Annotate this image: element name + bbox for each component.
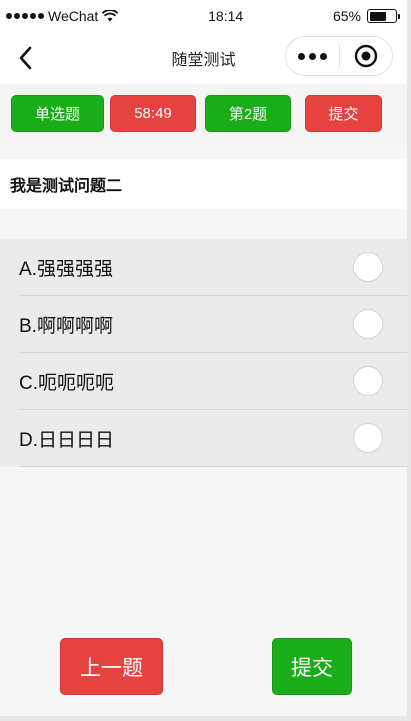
wifi-icon xyxy=(102,10,119,22)
submit-top-button[interactable]: 提交 xyxy=(305,94,382,132)
status-right: 65% xyxy=(332,8,400,24)
more-icon-dot xyxy=(308,52,316,60)
battery-icon xyxy=(367,9,400,23)
status-time: 18:14 xyxy=(208,8,244,24)
timer-button[interactable]: 58:49 xyxy=(110,94,196,132)
option-item[interactable]: C.呃呃呃呃 xyxy=(19,353,407,410)
close-mini-program-button[interactable] xyxy=(340,44,393,68)
option-label: C.呃呃呃呃 xyxy=(19,372,115,394)
status-left: WeChat xyxy=(6,8,119,24)
back-button[interactable] xyxy=(12,44,38,72)
options-list: A.强强强强 B.啊啊啊啊 C.呃呃呃呃 D.日日日日 xyxy=(0,239,407,467)
status-bar: WeChat 18:14 65% xyxy=(0,0,407,32)
target-icon xyxy=(354,44,377,68)
option-radio[interactable] xyxy=(353,366,383,396)
option-label: D.日日日日 xyxy=(19,429,115,451)
signal-icon xyxy=(6,13,44,19)
nav-bar: 随堂测试 xyxy=(0,32,407,84)
battery-percent: 65% xyxy=(332,8,361,24)
question-number-button[interactable]: 第2题 xyxy=(205,94,291,132)
option-radio[interactable] xyxy=(353,309,383,339)
previous-question-button[interactable]: 上一题 xyxy=(60,638,163,695)
option-label: A.强强强强 xyxy=(19,258,113,280)
option-item[interactable]: A.强强强强 xyxy=(19,239,407,296)
more-menu-button[interactable] xyxy=(286,52,339,60)
option-label: B.啊啊啊啊 xyxy=(19,315,113,337)
question-title: 我是测试问题二 xyxy=(0,159,407,209)
page-title: 随堂测试 xyxy=(171,52,236,69)
option-item[interactable]: D.日日日日 xyxy=(19,410,407,467)
phone-screen: WeChat 18:14 65% 随堂测试 单选题 58:49 第2题 提交 我… xyxy=(0,0,407,716)
more-icon-dot xyxy=(297,52,305,60)
option-radio[interactable] xyxy=(353,423,383,453)
option-item[interactable]: B.啊啊啊啊 xyxy=(19,296,407,353)
mini-program-capsule xyxy=(285,36,393,76)
chevron-left-icon xyxy=(19,46,32,70)
submit-button[interactable]: 提交 xyxy=(272,638,352,695)
carrier-name: WeChat xyxy=(48,8,99,24)
battery-fill xyxy=(369,11,386,21)
option-radio[interactable] xyxy=(353,252,383,282)
question-type-button[interactable]: 单选题 xyxy=(11,94,104,132)
question-toolbar: 单选题 58:49 第2题 提交 xyxy=(0,84,407,142)
more-icon-dot xyxy=(319,52,327,60)
